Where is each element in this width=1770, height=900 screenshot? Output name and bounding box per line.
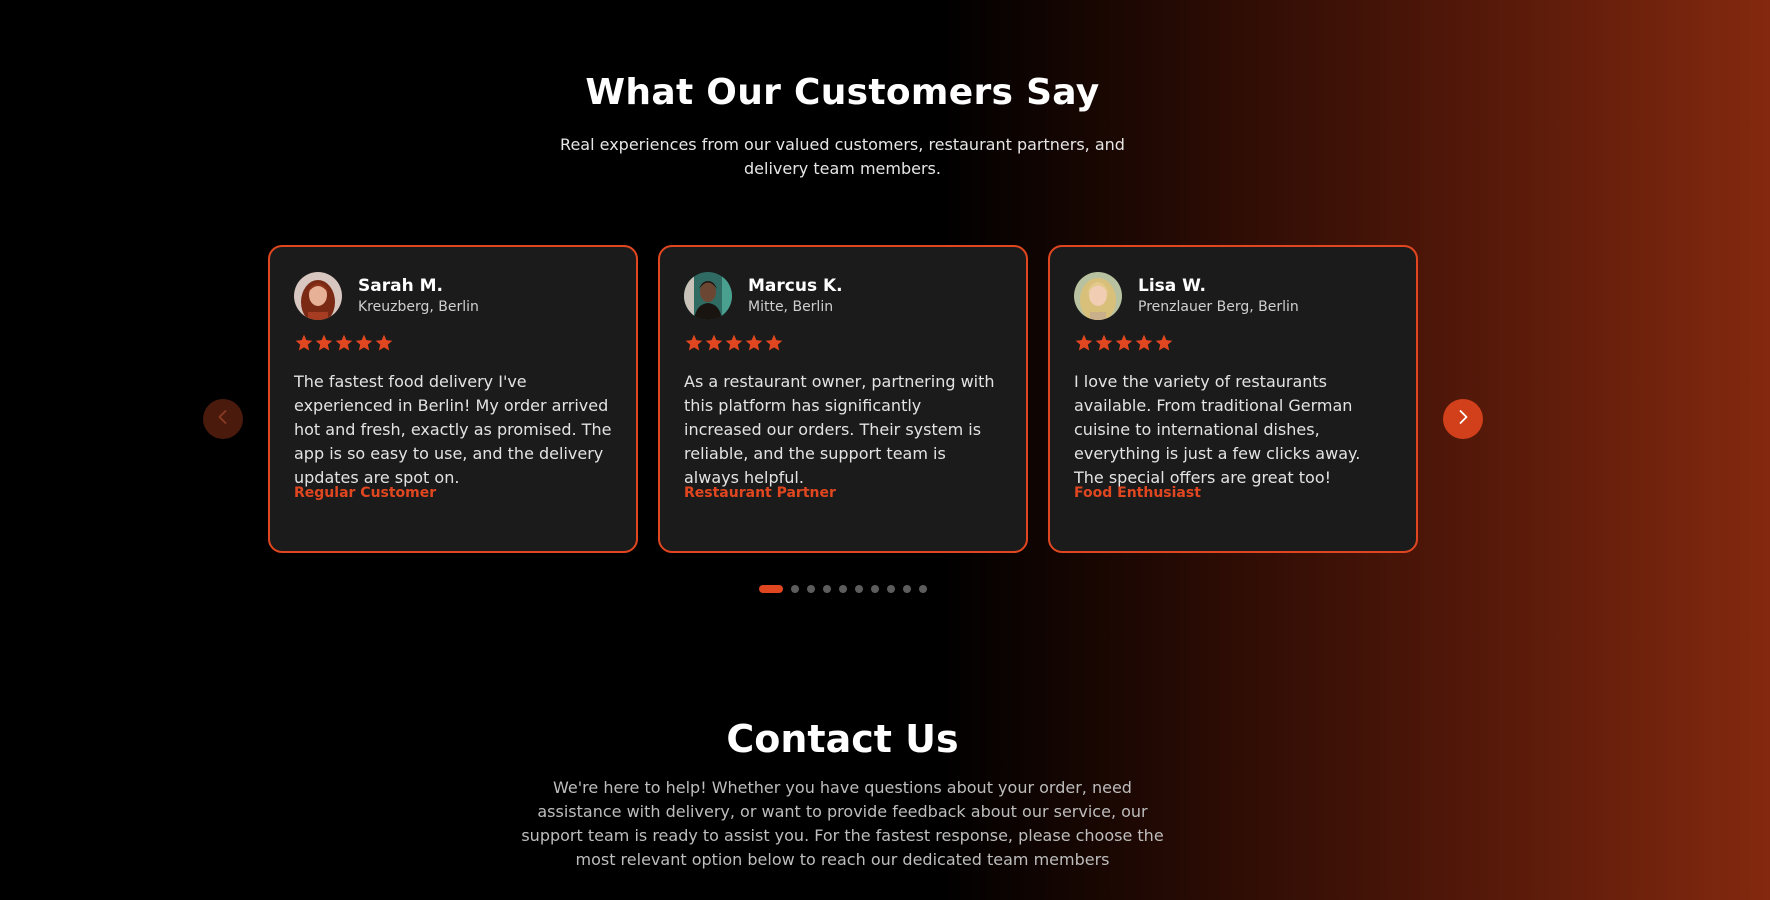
star-icon xyxy=(1134,333,1154,353)
star-icon xyxy=(1154,333,1174,353)
pagination-dot-2[interactable] xyxy=(791,585,799,593)
star-icon xyxy=(724,333,744,353)
star-icon xyxy=(1094,333,1114,353)
star-icon xyxy=(374,333,394,353)
avatar xyxy=(1074,272,1122,320)
star-icon xyxy=(1074,333,1094,353)
star-icon xyxy=(1114,333,1134,353)
testimonials-subtitle: Real experiences from our valued custome… xyxy=(560,135,1125,178)
pagination-dot-6[interactable] xyxy=(855,585,863,593)
reviewer-location: Prenzlauer Berg, Berlin xyxy=(1138,299,1299,315)
pagination-dot-1[interactable] xyxy=(759,585,783,593)
carousel-prev-button[interactable] xyxy=(203,399,243,439)
testimonial-card: Sarah M. Kreuzberg, Berlin The fastest f… xyxy=(268,245,638,553)
carousel-pagination xyxy=(759,584,927,594)
testimonial-card: Marcus K. Mitte, Berlin As a restaurant … xyxy=(658,245,1028,553)
star-rating xyxy=(684,333,1002,357)
reviewer-location: Kreuzberg, Berlin xyxy=(358,299,479,315)
contact-title: Contact Us xyxy=(726,717,959,761)
star-icon xyxy=(314,333,334,353)
reviewer-name: Sarah M. xyxy=(358,276,443,296)
pagination-dot-5[interactable] xyxy=(839,585,847,593)
reviewer-role: Restaurant Partner xyxy=(684,485,836,501)
avatar xyxy=(294,272,342,320)
star-icon xyxy=(764,333,784,353)
star-icon xyxy=(294,333,314,353)
pagination-dot-8[interactable] xyxy=(887,585,895,593)
pagination-dot-10[interactable] xyxy=(919,585,927,593)
reviewer-name: Marcus K. xyxy=(748,276,843,296)
testimonial-quote: I love the variety of restaurants availa… xyxy=(1074,372,1361,487)
star-rating xyxy=(1074,333,1392,357)
carousel-next-button[interactable] xyxy=(1443,399,1483,439)
chevron-right-icon xyxy=(1455,409,1471,429)
avatar xyxy=(684,272,732,320)
star-icon xyxy=(704,333,724,353)
pagination-dot-4[interactable] xyxy=(823,585,831,593)
star-icon xyxy=(334,333,354,353)
star-icon xyxy=(744,333,764,353)
pagination-dot-3[interactable] xyxy=(807,585,815,593)
reviewer-location: Mitte, Berlin xyxy=(748,299,834,315)
testimonials-title: What Our Customers Say xyxy=(585,72,1100,113)
contact-description: We're here to help! Whether you have que… xyxy=(521,778,1164,869)
reviewer-name: Lisa W. xyxy=(1138,276,1206,296)
pagination-dot-9[interactable] xyxy=(903,585,911,593)
star-rating xyxy=(294,333,612,357)
testimonial-quote: The fastest food delivery I've experienc… xyxy=(294,372,612,487)
star-icon xyxy=(684,333,704,353)
chevron-left-icon xyxy=(215,409,231,429)
star-icon xyxy=(354,333,374,353)
pagination-dot-7[interactable] xyxy=(871,585,879,593)
testimonial-quote: As a restaurant owner, partnering with t… xyxy=(684,372,995,487)
testimonial-card: Lisa W. Prenzlauer Berg, Berlin I love t… xyxy=(1048,245,1418,553)
